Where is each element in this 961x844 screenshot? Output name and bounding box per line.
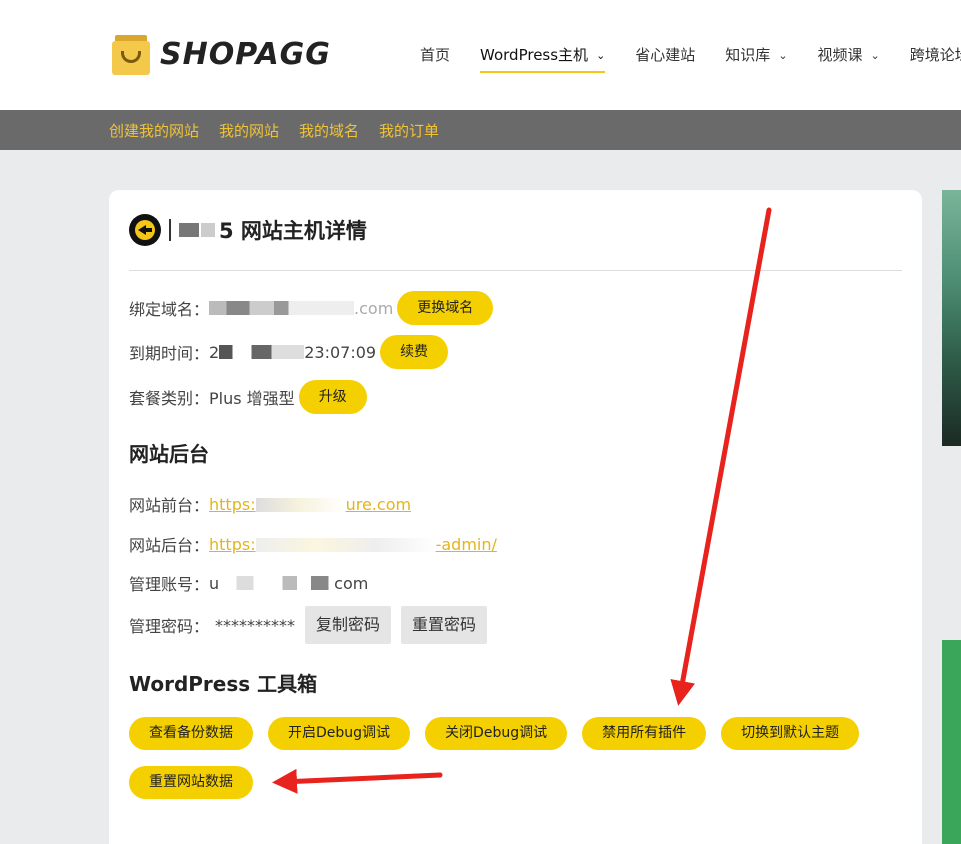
- redacted-mask: [209, 301, 355, 315]
- front-url-row: 网站前台： https: ure.com: [129, 492, 411, 516]
- redacted-mask: [219, 576, 335, 590]
- hosting-detail-card: 5 网站主机详情 绑定域名： .com 更换域名 到期时间： 2 23:07:0…: [109, 190, 922, 844]
- admin-url-row: 网站后台： https: -admin/: [129, 532, 497, 556]
- subnav-my-domains[interactable]: 我的域名: [299, 120, 359, 141]
- change-domain-button[interactable]: 更换域名: [397, 291, 494, 325]
- nav-item-home[interactable]: 首页: [420, 44, 450, 73]
- account-value-head: u: [209, 573, 220, 593]
- disable-all-plugins-button[interactable]: 禁用所有插件: [582, 717, 707, 750]
- domain-row: 绑定域名： .com 更换域名: [129, 291, 494, 325]
- site-header: SHOPAGG 首页 WordPress主机 ⌄ 省心建站 知识库 ⌄ 视频课 ⌄ 跨…: [0, 0, 961, 110]
- chevron-down-icon: ⌄: [596, 49, 606, 62]
- reset-site-data-button[interactable]: 重置网站数据: [129, 766, 253, 799]
- expiry-row: 到期时间： 2 23:07:09 续费: [129, 335, 449, 369]
- account-value: com: [334, 573, 369, 593]
- account-label: 管理账号：: [129, 575, 210, 594]
- password-label: 管理密码：: [129, 617, 210, 636]
- password-row: 管理密码： ********** 复制密码 重置密码: [129, 606, 488, 644]
- chevron-down-icon: ⌄: [778, 49, 788, 62]
- view-backup-button[interactable]: 查看备份数据: [129, 717, 253, 750]
- side-banner-green: [942, 640, 961, 844]
- account-row: 管理账号： u com: [129, 571, 368, 595]
- subnav-my-orders[interactable]: 我的订单: [379, 120, 439, 141]
- chevron-down-icon: ⌄: [870, 49, 880, 62]
- nav-item-knowledge-base[interactable]: 知识库 ⌄: [725, 44, 787, 73]
- page-title: 5 网站主机详情: [219, 219, 367, 243]
- front-url-link[interactable]: https: ure.com: [209, 495, 411, 514]
- enable-debug-button[interactable]: 开启Debug调试: [268, 717, 411, 750]
- renew-button[interactable]: 续费: [380, 335, 449, 369]
- domain-label: 绑定域名：: [129, 300, 210, 319]
- admin-url-label: 网站后台：: [129, 536, 210, 555]
- page-title-row: 5 网站主机详情: [129, 214, 367, 246]
- title-divider-line: [129, 270, 902, 271]
- nav-item-site-building[interactable]: 省心建站: [635, 44, 695, 73]
- toolbox-heading: WordPress 工具箱: [129, 672, 318, 696]
- logo[interactable]: SHOPAGG: [110, 33, 331, 75]
- disable-debug-button[interactable]: 关闭Debug调试: [425, 717, 568, 750]
- plan-row: 套餐类别： Plus 增强型 升级: [129, 380, 367, 414]
- shopping-bag-icon: [110, 33, 152, 75]
- redacted-mask: [179, 223, 199, 237]
- domain-value: .com: [354, 298, 394, 318]
- logo-text: SHOPAGG: [160, 36, 331, 72]
- expiry-value: 23:07:09: [304, 342, 377, 362]
- nav-item-video-courses[interactable]: 视频课 ⌄: [818, 44, 880, 73]
- title-divider: [169, 219, 171, 241]
- reset-password-button[interactable]: 重置密码: [401, 606, 488, 644]
- nav-item-wordpress-hosting[interactable]: WordPress主机 ⌄: [480, 44, 606, 73]
- subnav-create-site[interactable]: 创建我的网站: [109, 120, 199, 141]
- back-arrow-icon[interactable]: [129, 214, 161, 246]
- backend-heading: 网站后台: [129, 442, 209, 466]
- redacted-mask: [201, 223, 215, 237]
- switch-default-theme-button[interactable]: 切换到默认主题: [721, 717, 860, 750]
- plan-label: 套餐类别：: [129, 389, 210, 408]
- copy-password-button[interactable]: 复制密码: [305, 606, 392, 644]
- toolbox-buttons: 查看备份数据 开启Debug调试 关闭Debug调试 禁用所有插件 切换到默认主…: [129, 717, 909, 815]
- side-banner-image: [942, 190, 961, 446]
- admin-url-link[interactable]: https: -admin/: [209, 535, 497, 554]
- subnav-my-sites[interactable]: 我的网站: [219, 120, 279, 141]
- redacted-mask: [219, 345, 305, 359]
- account-subnav: 创建我的网站 我的网站 我的域名 我的订单: [0, 110, 961, 150]
- password-value: **********: [215, 615, 296, 635]
- front-url-label: 网站前台：: [129, 496, 210, 515]
- expiry-value-head: 2: [209, 342, 220, 362]
- expiry-label: 到期时间：: [129, 344, 210, 363]
- upgrade-button[interactable]: 升级: [298, 380, 367, 414]
- main-nav: 首页 WordPress主机⌄ 省心建站 知识库⌄ 视频课⌄ 跨境论坛: [420, 44, 961, 73]
- nav-item-forum[interactable]: 跨境论坛: [910, 44, 961, 73]
- plan-value: Plus 增强型: [209, 389, 295, 408]
